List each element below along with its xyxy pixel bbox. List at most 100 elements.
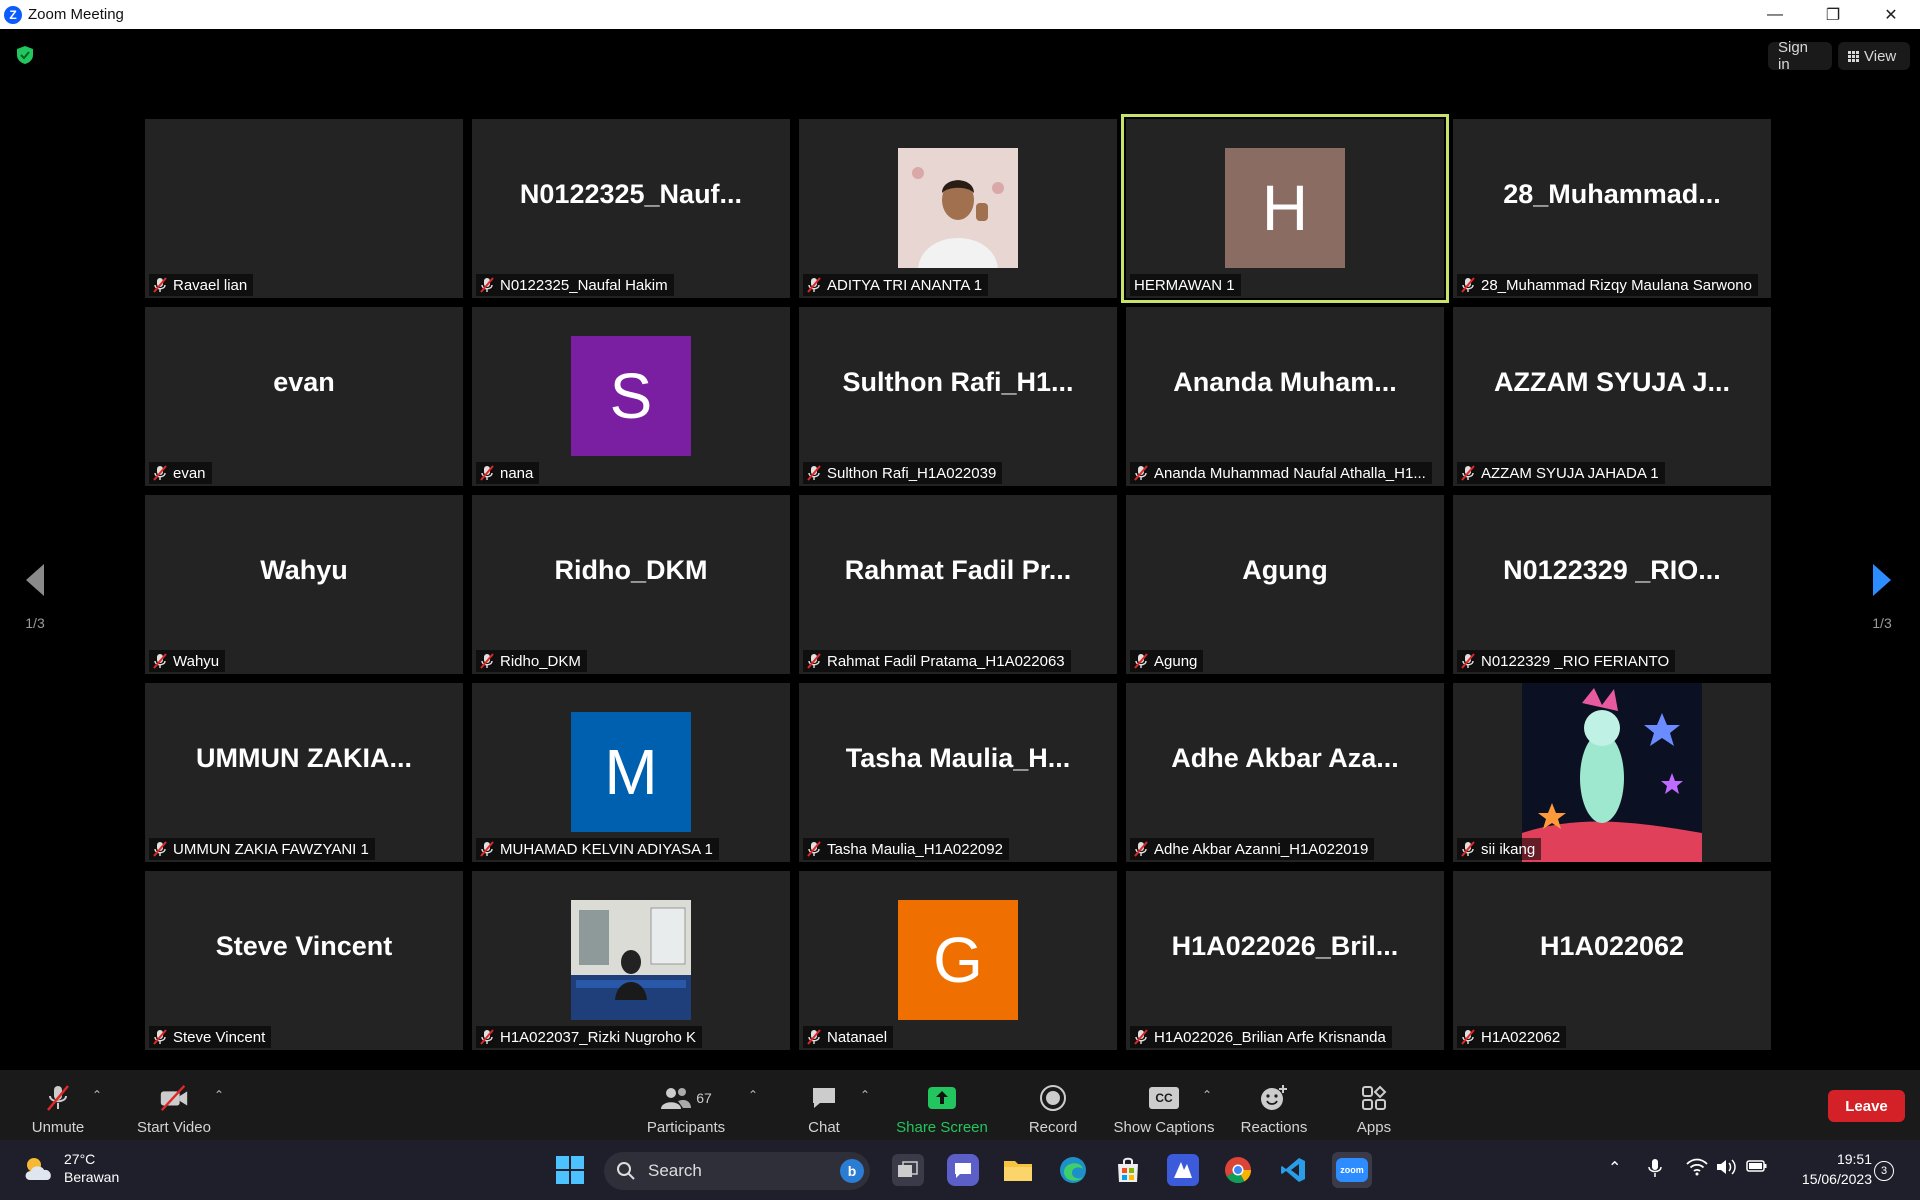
participant-display-name: Wahyu [260,555,348,585]
arrow-right-icon[interactable] [1867,560,1897,600]
participant-tile[interactable]: Snana [472,307,790,486]
participant-tile[interactable]: Ananda Muham... Ananda Muhammad Naufal At… [1126,307,1444,486]
mic-muted-icon [1134,653,1148,669]
participant-name-label: Adhe Akbar Azanni_H1A022019 [1130,838,1375,860]
unmute-button[interactable]: Unmute [26,1078,90,1136]
weather-widget[interactable]: 27°C Berawan [22,1150,119,1186]
participant-tile[interactable]: Adhe Akbar Aza... Adhe Akbar Azanni_H1A02… [1126,683,1444,862]
participants-options-caret[interactable]: ⌃ [748,1088,758,1102]
volume-icon[interactable] [1716,1158,1738,1181]
participant-tile[interactable]: H1A022062 H1A022062 [1453,871,1771,1050]
video-options-caret[interactable]: ⌃ [214,1088,224,1102]
participant-display-name: Rahmat Fadil Pr... [844,555,1072,585]
chat-icon [808,1083,840,1113]
battery-icon[interactable] [1746,1158,1768,1179]
participant-tile[interactable]: UMMUN ZAKIA... UMMUN ZAKIA FAWZYANI 1 [145,683,463,862]
closed-captions-icon: CC [1148,1083,1180,1113]
participant-tile[interactable]: Wahyu Wahyu [145,495,463,674]
reactions-label: Reactions [1240,1119,1308,1136]
mic-muted-icon [1461,1029,1475,1045]
participant-photo [571,900,691,1020]
participant-name-text: Tasha Maulia_H1A022092 [827,840,1003,858]
participant-tile[interactable]: Agung Agung [1126,495,1444,674]
participant-name-text: Wahyu [173,652,220,670]
participant-tile[interactable]: H1A022037_Rizki Nugroho K [472,871,790,1050]
participant-display-name: AZZAM SYUJA J... [1493,367,1731,397]
teams-chat-icon[interactable] [947,1154,979,1186]
participant-name-label: 28_Muhammad Rizqy Maulana Sarwono [1457,274,1758,296]
windows-start-icon[interactable] [554,1154,586,1186]
arrow-left-icon[interactable] [20,560,50,600]
participant-tile[interactable]: AZZAM SYUJA J... AZZAM SYUJA JAHADA 1 [1453,307,1771,486]
design-app-icon[interactable] [1167,1154,1199,1186]
edge-browser-icon[interactable] [1057,1154,1089,1186]
share-screen-button[interactable]: Share Screen [893,1078,991,1136]
microsoft-store-icon[interactable] [1112,1154,1144,1186]
clock-time: 19:51 [1836,1151,1872,1167]
prev-page-control[interactable]: 1/3 [15,560,55,631]
grid-view-icon [1848,50,1859,62]
chat-options-caret[interactable]: ⌃ [860,1088,870,1102]
chat-button[interactable]: Chat [800,1078,848,1136]
start-video-button[interactable]: Start Video [134,1078,214,1136]
view-button[interactable]: View [1838,42,1910,70]
apps-button[interactable]: Apps [1353,1078,1395,1136]
participant-tile[interactable]: N0122325_Nauf... N0122325_Naufal Hakim [472,119,790,298]
close-button[interactable]: ✕ [1862,0,1920,29]
zoom-taskbar-icon[interactable]: zoom [1332,1152,1372,1188]
minimize-button[interactable]: — [1746,0,1804,29]
participant-display-name: 28_Muhammad... [1503,179,1721,209]
taskbar-search-box[interactable]: Search b [604,1152,870,1190]
captions-options-caret[interactable]: ⌃ [1202,1088,1212,1102]
participant-tile[interactable]: sii ikang [1453,683,1771,862]
participant-tile[interactable]: Rahmat Fadil Pr... Rahmat Fadil Pratama_H… [799,495,1117,674]
participant-name-label: Sulthon Rafi_H1A022039 [803,462,1003,484]
chrome-icon[interactable] [1222,1154,1254,1186]
vscode-icon[interactable] [1277,1154,1309,1186]
participant-tile[interactable]: H1A022026_Bril... H1A022026_Brilian Arfe … [1126,871,1444,1050]
participant-display-name: evan [273,367,335,397]
restore-button[interactable]: ❐ [1804,0,1862,29]
audio-options-caret[interactable]: ⌃ [92,1088,102,1102]
file-explorer-icon[interactable] [1002,1154,1034,1186]
participant-tile[interactable]: 28_Muhammad... 28_Muhammad Rizqy Maulana … [1453,119,1771,298]
show-captions-button[interactable]: CC Show Captions [1112,1078,1216,1136]
participant-tile[interactable]: Ravael lian [145,119,463,298]
zoom-app: { "window": { "title": "Zoom Meeting", "… [0,0,1920,1200]
participant-tile[interactable]: H HERMAWAN 1 [1121,114,1449,303]
participant-tile[interactable]: ADITYA TRI ANANTA 1 [799,119,1117,298]
participant-tile[interactable]: M MUHAMAD KELVIN ADIYASA 1 [472,683,790,862]
mic-muted-icon [807,653,821,669]
mic-muted-icon [807,841,821,857]
next-page-control[interactable]: 1/3 [1862,560,1902,631]
share-screen-icon [926,1083,958,1113]
participant-name-text: Ananda Muhammad Naufal Athalla_H1... [1154,464,1426,482]
participant-name-label: HERMAWAN 1 [1130,274,1241,296]
reactions-button[interactable]: Reactions [1238,1078,1310,1136]
microphone-tray-icon[interactable] [1648,1158,1662,1183]
participant-name-text: AZZAM SYUJA JAHADA 1 [1481,464,1659,482]
bing-icon[interactable]: b [840,1159,864,1183]
participant-display-name: N0122325_Nauf... [519,179,743,209]
participant-tile[interactable]: G Natanael [799,871,1117,1050]
participant-name-label: H1A022062 [1457,1026,1567,1048]
system-clock[interactable]: 19:51 15/06/2023 [1782,1149,1872,1189]
sign-in-button[interactable]: Sign in [1768,39,1832,73]
participant-tile[interactable]: Sulthon Rafi_H1... Sulthon Rafi_H1A022039 [799,307,1117,486]
tray-overflow-chevron-icon[interactable]: ⌃ [1608,1158,1621,1178]
participant-tile[interactable]: Steve Vincent Steve Vincent [145,871,463,1050]
participant-tile[interactable]: evan evan [145,307,463,486]
search-placeholder: Search [648,1161,702,1180]
mic-muted-icon [153,277,167,293]
record-button[interactable]: Record [1027,1078,1079,1136]
task-view-icon[interactable] [892,1154,924,1186]
notification-count-badge[interactable]: 3 [1874,1161,1894,1181]
encryption-shield-icon[interactable] [15,45,35,65]
participants-button[interactable]: 67 Participants [642,1078,730,1136]
participant-tile[interactable]: N0122329 _RIO... N0122329 _RIO FERIANTO [1453,495,1771,674]
wifi-icon[interactable] [1686,1158,1708,1181]
participant-name-text: MUHAMAD KELVIN ADIYASA 1 [500,840,713,858]
leave-meeting-button[interactable]: Leave [1828,1090,1905,1122]
participant-tile[interactable]: Ridho_DKM Ridho_DKM [472,495,790,674]
participant-tile[interactable]: Tasha Maulia_H... Tasha Maulia_H1A022092 [799,683,1117,862]
